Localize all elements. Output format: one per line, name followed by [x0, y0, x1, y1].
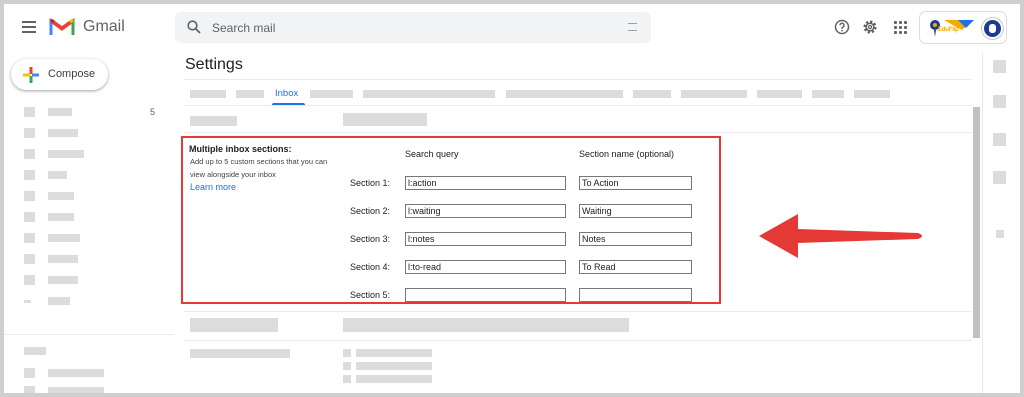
compose-label: Compose	[48, 68, 96, 80]
side-panel-divider	[982, 52, 983, 393]
section-4-name-input[interactable]	[579, 260, 692, 274]
search-bar[interactable]: Search mail	[175, 12, 651, 43]
setting-value-placeholder[interactable]	[343, 318, 629, 332]
search-options-icon[interactable]	[628, 23, 637, 31]
setting-value-placeholder[interactable]	[343, 113, 427, 126]
tab-inbox[interactable]: Inbox	[275, 88, 298, 99]
tab-placeholder[interactable]	[363, 90, 495, 98]
option-placeholder	[356, 349, 432, 357]
section-5-query-input[interactable]	[405, 288, 566, 302]
compose-button[interactable]: Compose	[11, 59, 108, 90]
avatar[interactable]	[982, 18, 1003, 39]
red-arrow-icon	[759, 214, 922, 258]
tab-placeholder[interactable]	[812, 90, 844, 98]
tab-placeholder[interactable]	[190, 90, 226, 98]
learn-more-link[interactable]: Learn more	[190, 182, 236, 192]
section-3-name-input[interactable]	[579, 232, 692, 246]
gear-icon[interactable]	[861, 18, 879, 36]
search-input[interactable]: Search mail	[212, 21, 275, 35]
tab-placeholder[interactable]	[854, 90, 890, 98]
section-1-label: Section 1:	[350, 178, 391, 188]
section-2-label: Section 2:	[350, 206, 391, 216]
side-panel-app-icon[interactable]	[993, 171, 1006, 184]
side-panel-app-icon[interactable]	[993, 60, 1006, 73]
section-3-query-input[interactable]	[405, 232, 566, 246]
section-2-query-input[interactable]	[405, 204, 566, 218]
side-panel-add-icon[interactable]	[996, 230, 1004, 238]
section-4-label: Section 4:	[350, 262, 391, 272]
divider	[184, 79, 972, 80]
page-title: Settings	[185, 56, 243, 73]
section-5-label: Section 5:	[350, 290, 391, 300]
section-name-header: Section name (optional)	[579, 149, 675, 159]
search-icon[interactable]	[187, 20, 201, 34]
eduflip-logo-text: EduFlip	[938, 27, 959, 33]
help-icon[interactable]	[833, 18, 851, 36]
plus-icon	[23, 67, 39, 83]
tab-placeholder[interactable]	[506, 90, 623, 98]
section-2-name-input[interactable]	[579, 204, 692, 218]
tab-placeholder[interactable]	[310, 90, 353, 98]
tab-placeholder[interactable]	[757, 90, 802, 98]
section-4-query-input[interactable]	[405, 260, 566, 274]
divider	[184, 132, 972, 133]
apps-grid-icon[interactable]	[891, 18, 909, 36]
gmail-brand-text: Gmail	[83, 18, 125, 35]
divider	[184, 311, 972, 312]
search-query-header: Search query	[405, 149, 459, 159]
side-panel-app-icon[interactable]	[993, 133, 1006, 146]
section-5-name-input[interactable]	[579, 288, 692, 302]
tab-placeholder[interactable]	[633, 90, 671, 98]
tab-placeholder[interactable]	[681, 90, 747, 98]
gmail-window: Gmail Search mail EduFlip Compose 5 Sett…	[4, 4, 1020, 393]
sidebar-section-label	[24, 347, 46, 355]
radio-placeholder[interactable]	[343, 349, 351, 357]
tabs-divider	[184, 105, 972, 106]
sidebar-divider	[4, 334, 174, 335]
divider	[184, 340, 972, 341]
multiple-inbox-title: Multiple inbox sections:	[189, 144, 292, 154]
account-area[interactable]: EduFlip	[919, 11, 1007, 44]
option-placeholder	[356, 375, 432, 383]
section-1-name-input[interactable]	[579, 176, 692, 190]
main-menu-icon[interactable]	[22, 21, 36, 33]
tab-placeholder[interactable]	[236, 90, 264, 98]
setting-label-placeholder	[190, 116, 237, 126]
side-panel-app-icon[interactable]	[993, 95, 1006, 108]
setting-label-placeholder	[190, 318, 278, 332]
setting-label-placeholder	[190, 349, 290, 358]
multiple-inbox-description: Add up to 5 custom sections that you can…	[190, 157, 328, 179]
section-1-query-input[interactable]	[405, 176, 566, 190]
scrollbar[interactable]	[973, 107, 980, 338]
radio-placeholder[interactable]	[343, 375, 351, 383]
gmail-logo-icon	[49, 18, 75, 35]
radio-placeholder[interactable]	[343, 362, 351, 370]
sidebar-item-count: 5	[150, 107, 156, 117]
section-3-label: Section 3:	[350, 234, 391, 244]
option-placeholder	[356, 362, 432, 370]
